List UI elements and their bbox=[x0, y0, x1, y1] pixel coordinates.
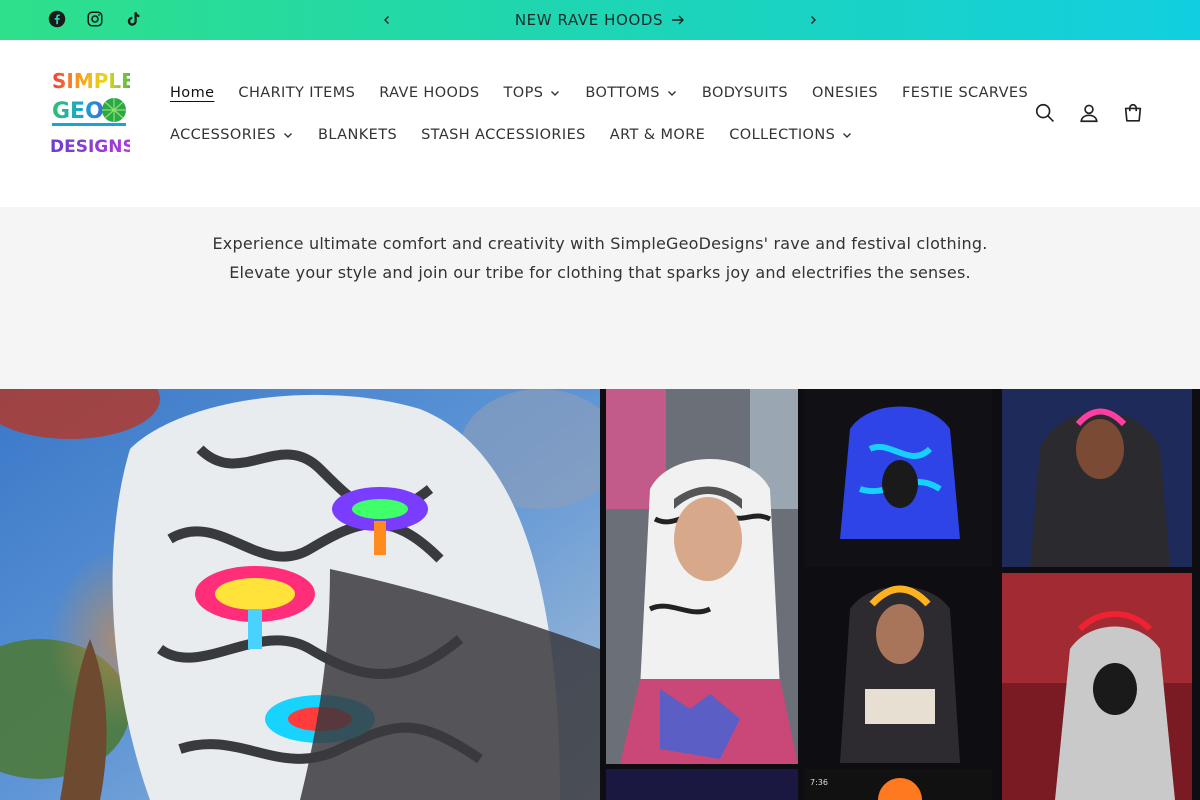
chevron-down-icon bbox=[284, 133, 293, 138]
announcement-link[interactable]: NEW RAVE HOODS bbox=[440, 0, 760, 40]
announcement-text: NEW RAVE HOODS bbox=[514, 11, 664, 29]
search-icon[interactable] bbox=[1034, 102, 1056, 124]
nav-item-label: RAVE HOODS bbox=[379, 85, 480, 101]
logo-text-line3: DESIGNS bbox=[50, 137, 130, 157]
chevron-down-icon bbox=[551, 91, 560, 96]
cart-icon[interactable] bbox=[1122, 102, 1144, 124]
nav-item-art-more[interactable]: ART & MORE bbox=[598, 127, 717, 143]
announcement-prev-button[interactable] bbox=[377, 10, 397, 30]
nav-item-label: BODYSUITS bbox=[701, 85, 788, 101]
nav-item-tops[interactable]: TOPS bbox=[492, 85, 574, 101]
nav-item-label: BOTTOMS bbox=[585, 85, 660, 101]
nav-item-label: ONESIES bbox=[811, 85, 879, 101]
nav-item-label: Home bbox=[170, 85, 215, 101]
intro-text: Experience ultimate comfort and creativi… bbox=[212, 234, 988, 282]
intro-section: Experience ultimate comfort and creativi… bbox=[0, 207, 1200, 389]
nav-item-onesies[interactable]: ONESIES bbox=[800, 85, 890, 101]
nav-row-1: Home CHARITY ITEMS RAVE HOODS TOPS BOTTOMS BO… bbox=[158, 72, 1028, 114]
main-navigation: Home CHARITY ITEMS RAVE HOODS TOPS BOTTOMS BO… bbox=[158, 72, 1028, 156]
nav-item-label: CHARITY ITEMS bbox=[238, 85, 356, 101]
site-logo[interactable]: SIMPLE GEO DESIGNS bbox=[50, 66, 135, 158]
nav-item-accessories[interactable]: ACCESSORIES bbox=[158, 127, 306, 143]
logo-text-line2: GEO bbox=[52, 99, 104, 124]
chevron-down-icon bbox=[667, 91, 676, 96]
social-links bbox=[47, 9, 143, 29]
site-header: SIMPLE GEO DESIGNS Home CHARITY ITEMS RAVE… bbox=[0, 40, 1200, 207]
hero-image-collage[interactable]: 7:36 bbox=[600, 389, 1200, 800]
nav-item-charity-items[interactable]: CHARITY ITEMS bbox=[226, 85, 367, 101]
account-icon[interactable] bbox=[1078, 102, 1100, 124]
nav-item-label: COLLECTIONS bbox=[729, 127, 836, 143]
nav-item-rave-hoods[interactable]: RAVE HOODS bbox=[367, 85, 491, 101]
collage-timestamp: 7:36 bbox=[810, 778, 828, 787]
nav-row-2: ACCESSORIES BLANKETS STASH ACCESSIORIES ART… bbox=[158, 114, 978, 156]
hero-images: 7:36 bbox=[0, 389, 1200, 800]
facebook-icon[interactable] bbox=[47, 9, 67, 29]
announcement-bar: NEW RAVE HOODS bbox=[0, 0, 1200, 40]
nav-item-label: FESTIE SCARVES bbox=[902, 85, 1029, 101]
nav-item-collections[interactable]: COLLECTIONS bbox=[717, 127, 865, 143]
instagram-icon[interactable] bbox=[85, 9, 105, 29]
announcement-next-button[interactable] bbox=[803, 10, 823, 30]
nav-item-bottoms[interactable]: BOTTOMS bbox=[573, 85, 690, 101]
nav-item-home[interactable]: Home bbox=[158, 85, 226, 101]
nav-item-blankets[interactable]: BLANKETS bbox=[306, 127, 409, 143]
nav-item-bodysuits[interactable]: BODYSUITS bbox=[690, 85, 800, 101]
arrow-right-icon bbox=[672, 15, 685, 25]
nav-item-label: TOPS bbox=[503, 85, 544, 101]
logo-text-line1: SIMPLE bbox=[52, 69, 130, 93]
nav-item-label: BLANKETS bbox=[318, 127, 398, 143]
nav-item-label: ART & MORE bbox=[609, 127, 706, 143]
nav-item-label: STASH ACCESSIORIES bbox=[421, 127, 586, 143]
hero-image-left[interactable] bbox=[0, 389, 600, 800]
tiktok-icon[interactable] bbox=[123, 9, 143, 29]
nav-item-label: ACCESSORIES bbox=[170, 127, 277, 143]
header-actions bbox=[1034, 102, 1144, 124]
nav-item-festie-scarves[interactable]: FESTIE SCARVES bbox=[890, 85, 1040, 101]
nav-item-stash-accessiories[interactable]: STASH ACCESSIORIES bbox=[409, 127, 598, 143]
chevron-down-icon bbox=[843, 133, 852, 138]
